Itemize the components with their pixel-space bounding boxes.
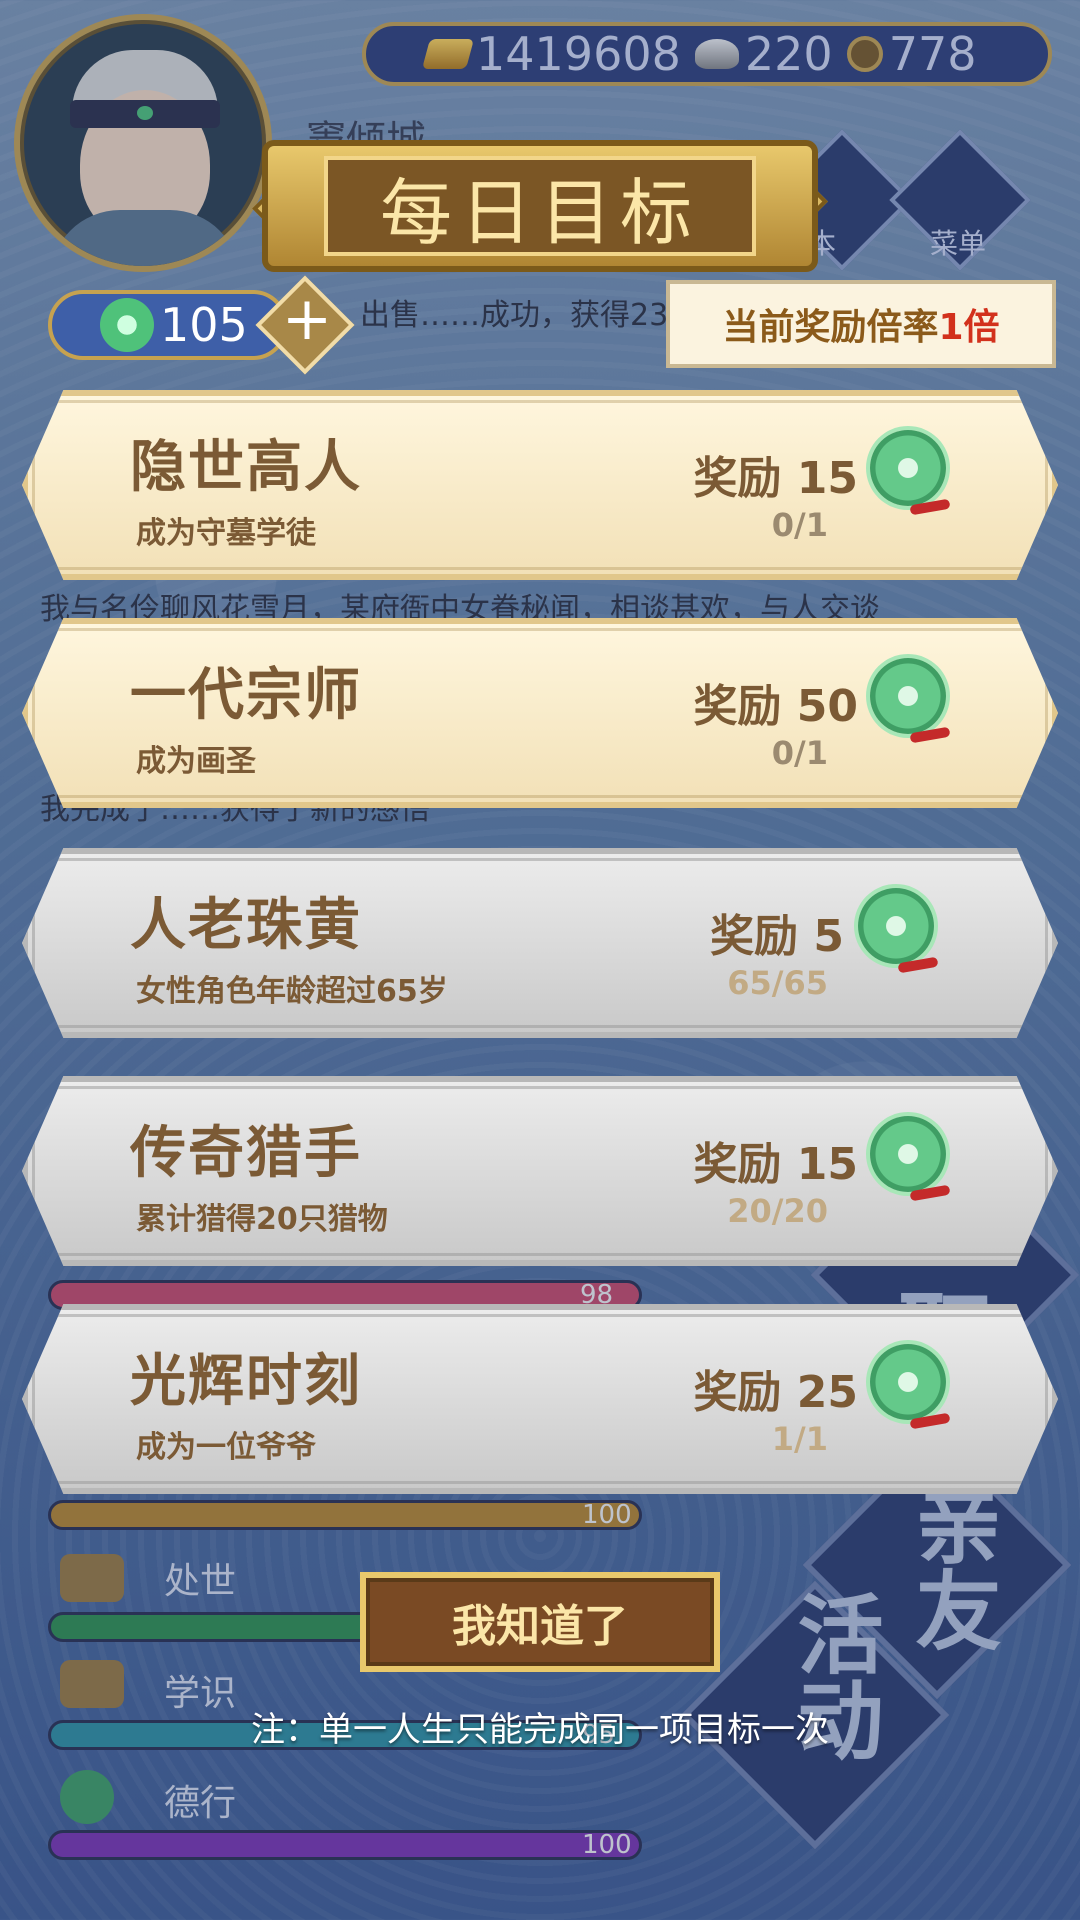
goal-progress: 1/1 — [771, 1420, 828, 1458]
jade-reward-icon — [870, 1116, 946, 1192]
plus-icon: + — [281, 284, 333, 354]
reward-rate-prefix: 当前奖励倍率 — [722, 307, 939, 348]
goal-card: 光辉时刻 成为一位爷爷 奖励 25 1/1 — [22, 1304, 1058, 1494]
goal-reward: 奖励 5 — [710, 911, 844, 962]
goal-progress: 65/65 — [727, 964, 828, 1002]
goal-reward: 奖励 25 — [693, 1367, 858, 1418]
goal-progress: 0/1 — [771, 506, 828, 544]
confirm-button[interactable]: 我知道了 — [360, 1572, 720, 1672]
goal-card: 传奇猎手 累计猎得20只猎物 奖励 15 20/20 — [22, 1076, 1058, 1266]
reward-rate-box: 当前奖励倍率 1倍 — [666, 280, 1056, 368]
goal-reward: 奖励 50 — [693, 681, 858, 732]
goal-title: 一代宗师 — [130, 663, 362, 728]
jade-reward-icon — [870, 1344, 946, 1420]
goal-title: 光辉时刻 — [130, 1349, 362, 1414]
jade-reward-icon — [858, 888, 934, 964]
gem-counter: 105 — [48, 290, 288, 360]
goal-progress: 20/20 — [727, 1192, 828, 1230]
jade-icon — [100, 298, 154, 352]
gem-count-value: 105 — [160, 298, 248, 352]
goal-title: 传奇猎手 — [130, 1121, 362, 1186]
dialog-note: 注：单一人生只能完成同一项目标一次 — [251, 1710, 829, 1750]
goal-desc: 累计猎得20只猎物 — [136, 1202, 388, 1237]
goal-title: 人老珠黄 — [130, 893, 362, 958]
goal-desc: 成为画圣 — [136, 744, 256, 779]
goal-progress: 0/1 — [771, 734, 828, 772]
goal-card: 一代宗师 成为画圣 奖励 50 0/1 — [22, 618, 1058, 808]
goal-reward: 奖励 15 — [693, 1139, 858, 1190]
dialog-title: 每日目标 — [324, 156, 756, 256]
jade-reward-icon — [870, 430, 946, 506]
goal-desc: 成为一位爷爷 — [136, 1430, 316, 1465]
goal-desc: 成为守墓学徒 — [136, 516, 316, 551]
goal-title: 隐世高人 — [130, 435, 362, 500]
goal-card: 隐世高人 成为守墓学徒 奖励 15 0/1 — [22, 390, 1058, 580]
goal-card: 人老珠黄 女性角色年龄超过65岁 奖励 5 65/65 — [22, 848, 1058, 1038]
reward-rate-value: 1倍 — [938, 307, 1000, 348]
goal-reward: 奖励 15 — [693, 453, 858, 504]
goal-desc: 女性角色年龄超过65岁 — [136, 974, 448, 1009]
jade-reward-icon — [870, 658, 946, 734]
